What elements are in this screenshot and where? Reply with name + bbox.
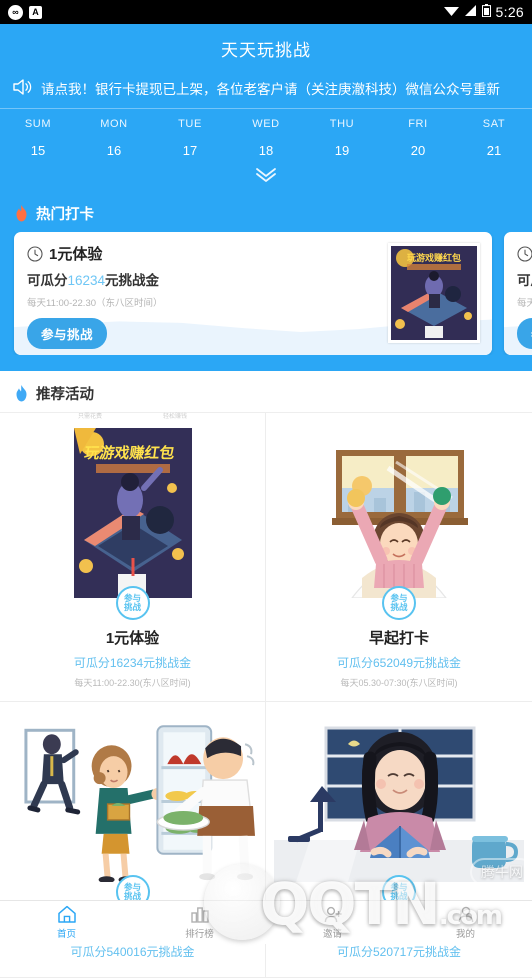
game-red-packet-poster: 玩游戏赚红包 [8,423,257,603]
hot-card-reward: 可瓜分652049元挑战金 [517,269,532,289]
activity-reward: 可瓜分16234元挑战金 [73,656,192,670]
calendar-day-label: FRI [408,118,428,130]
hot-card-carousel[interactable]: 1元体验 可瓜分16234元挑战金 每天11:00-22.30（东八区时间） 参… [0,232,532,355]
reward-suffix: 元挑战金 [105,273,160,288]
woman-reading-illustration [274,712,524,892]
a-notification-icon: A [29,5,42,19]
page-title: 天天玩挑战 [221,41,311,60]
user-icon [456,905,476,924]
app-header: 天天玩挑战 请点我！银行卡提现已上架，各位老客户请（关注庚澈科技）微信公众号重新… [0,24,532,191]
calendar-day-label: SUM [24,118,52,130]
invite-icon [323,905,343,924]
status-bar-indicators: 5:26 [443,4,524,20]
activity-reward: 可瓜分520717元挑战金 [336,945,462,959]
activity-title: 早起打卡 [368,630,429,647]
bar-chart-icon [190,905,210,924]
join-challenge-badge[interactable]: 参与 挑战 [115,586,150,620]
chevron-double-down-icon [253,166,279,182]
notice-banner[interactable]: 请点我！银行卡提现已上架，各位老客户请（关注庚澈科技）微信公众号重新 [0,74,532,108]
hot-card-title-row: 早起打卡 [517,243,532,264]
calendar-date-cell[interactable]: 21 [456,143,532,158]
bottom-navigation: 首页 排行榜 邀请 我的 [0,900,532,944]
flame-icon [14,205,29,222]
calendar-dates: 15 16 17 18 19 20 21 [0,130,532,162]
calendar-date-cell[interactable]: 16 [76,143,152,158]
woman-waking-up-illustration [274,423,524,603]
recommend-section-title: 推荐活动 [36,387,94,403]
clock-icon [27,245,43,262]
reward-amount: 16234 [67,273,106,288]
calendar-expand-button[interactable] [0,162,532,189]
clock-icon [517,245,532,262]
notice-text: 请点我！银行卡提现已上架，各位老客户请（关注庚澈科技）微信公众号重新 [41,82,500,97]
calendar-date-cell[interactable]: 18 [228,143,304,158]
activity-time: 每天11:00-22.30(东八区时间) [74,678,191,688]
join-challenge-button[interactable]: 参与挑战 [517,318,532,349]
recommend-section-header: 推荐活动 [0,371,532,412]
hot-section-header: 热门打卡 [0,191,532,232]
tab-ranking[interactable]: 排行榜 [133,901,266,944]
activity-time: 每天05.30-07:30(东八区时间) [340,678,458,688]
activity-title: 1元体验 [105,630,160,647]
activity-reward: 可瓜分540016元挑战金 [70,945,195,959]
recommend-activity-grid: 玩游戏赚红包 只需花费 轻松赚钱 参与 挑战 1元体验 可瓜分16234元挑战金… [0,412,532,978]
badge-line-2: 挑战 [390,602,408,612]
activity-card-early-rise[interactable]: 参与 挑战 早起打卡 可瓜分652049元挑战金 每天05.30-07:30(东… [266,413,532,702]
activity-card-1yuan[interactable]: 玩游戏赚红包 只需花费 轻松赚钱 参与 挑战 1元体验 可瓜分16234元挑战金… [0,413,266,702]
hot-card[interactable]: 1元体验 可瓜分16234元挑战金 每天11:00-22.30（东八区时间） 参… [14,232,492,355]
tab-ranking-label: 排行榜 [185,929,214,940]
status-bar: ∞ A 5:26 [0,0,532,24]
calendar-day-label: THU [329,118,355,130]
tab-invite-label: 邀请 [322,929,342,940]
calendar-date-cell[interactable]: 17 [152,143,228,158]
tab-profile-label: 我的 [455,929,475,940]
tab-home-label: 首页 [56,929,76,940]
game-red-packet-poster: 玩游戏赚红包 [391,246,477,340]
activity-reward: 可瓜分652049元挑战金 [336,656,462,670]
signal-icon [464,4,477,20]
hot-checkin-section: 热门打卡 1元体验 可瓜分16234元挑战金 每天11:00-22.30（东八区… [0,191,532,371]
hot-card-time: 每天05:30-07:30（东八区时间） [517,298,532,309]
home-icon [57,905,77,924]
app-notification-icon: ∞ [8,4,23,20]
tab-home[interactable]: 首页 [0,901,133,944]
wifi-icon [443,5,459,20]
svg-text:玩游戏赚红包: 玩游戏赚红包 [407,252,461,264]
svg-text:玩游戏赚红包: 玩游戏赚红包 [83,444,175,462]
hot-card-poster: 玩游戏赚红包 [388,243,480,343]
battery-icon [481,4,491,20]
badge-line-2: 挑战 [123,602,141,612]
hot-card-title: 1元体验 [49,246,103,263]
hot-section-title: 热门打卡 [36,207,94,223]
calendar-day-labels: SUM MON TUE WED THU FRI SAT [0,109,532,130]
status-bar-clock: 5:26 [495,4,524,20]
hot-card[interactable]: 早起打卡 可瓜分652049元挑战金 每天05:30-07:30（东八区时间） … [504,232,532,355]
join-challenge-badge[interactable]: 参与 挑战 [382,586,416,620]
calendar-date-cell[interactable]: 20 [380,143,456,158]
flame-icon [14,385,29,402]
calendar-day-label: WED [252,118,280,130]
reward-prefix: 可瓜分 [517,273,532,288]
tab-invite[interactable]: 邀请 [266,901,399,944]
megaphone-icon [12,78,32,98]
reward-prefix: 可瓜分 [27,273,68,288]
status-bar-notifications: ∞ A [8,4,42,20]
calendar-date-cell[interactable]: 19 [304,143,380,158]
join-challenge-button[interactable]: 参与挑战 [27,318,108,349]
lunch-cafeteria-illustration [8,712,257,892]
calendar-day-label: MON [100,118,128,130]
activity-left-tag: 只需花费 [78,414,103,420]
calendar-day-label: SAT [482,118,506,130]
tab-profile[interactable]: 我的 [399,901,532,944]
calendar-day-label: TUE [178,118,202,130]
activity-right-tag: 轻松赚钱 [162,414,187,420]
calendar-date-cell[interactable]: 15 [0,143,76,158]
